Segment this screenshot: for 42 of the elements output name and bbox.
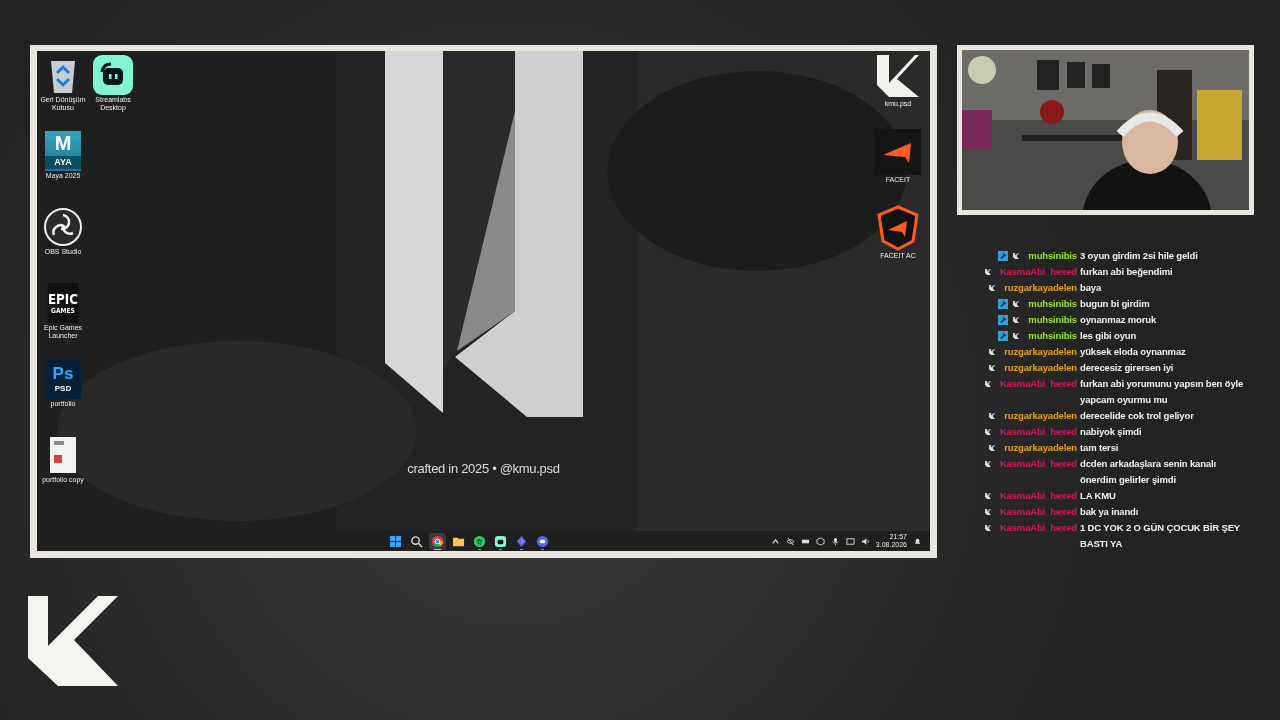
chat-message: nabiyok şimdi — [1080, 425, 1143, 439]
chat-username[interactable]: ruzgarkayadelen — [1004, 344, 1077, 360]
k-badge-icon — [1012, 252, 1021, 260]
chat-message: oynanmaz moruk — [1080, 313, 1158, 327]
chat-username[interactable]: muhsinibis — [1028, 312, 1077, 328]
chat-username[interactable]: ruzgarkayadelen — [1004, 360, 1077, 376]
chat-message: LA KMU — [1080, 489, 1117, 503]
maya-logo[interactable]: M AYA — [45, 131, 81, 171]
chat-message: yüksek eloda oynanmaz — [1080, 345, 1187, 359]
chevron-icon[interactable] — [770, 536, 780, 546]
photoshop-logo[interactable]: Ps PSD — [45, 359, 81, 399]
chat-username[interactable]: ruzgarkayadelen — [1004, 280, 1077, 296]
chat-message: baya — [1080, 281, 1103, 295]
faceit-ac-icon[interactable] — [875, 205, 921, 251]
chat-message: dcden arkadaşlara senin kanalı önerdim gelirler şimdi — [1080, 457, 1217, 487]
chat-username[interactable]: muhsinibis — [1028, 328, 1077, 344]
chat-message: les gibi oyun — [1080, 329, 1138, 343]
chat-message: furkan abi beğendimi — [1080, 265, 1174, 279]
bell-icon[interactable] — [913, 536, 922, 546]
chat-username[interactable]: muhsinibis — [1028, 296, 1077, 312]
chat-message: derecesiz girersen iyi — [1080, 361, 1175, 375]
volume-icon[interactable] — [860, 536, 870, 546]
faceit-icon[interactable] — [875, 129, 921, 175]
obs-icon[interactable] — [43, 207, 83, 247]
wallpaper-caption: crafted in 2025 • @kmu.psd — [407, 461, 560, 476]
streamlabs-icon[interactable] — [93, 55, 133, 95]
chat-message: derecelide cok trol geliyor — [1080, 409, 1195, 423]
eye-off-icon[interactable] — [785, 536, 795, 546]
chat-message: tam tersi — [1080, 441, 1120, 455]
chat-username[interactable]: muhsinibis — [1028, 248, 1077, 264]
chat-message: bak ya inandı — [1080, 505, 1140, 519]
chat-message: 3 oyun girdim 2si hile geldi — [1080, 249, 1199, 263]
chat-username[interactable]: ruzgarkayadelen — [1004, 440, 1077, 456]
hexagon-icon[interactable] — [815, 536, 825, 546]
chat-message: bugun bi girdim — [1080, 297, 1151, 311]
k-logo-icon[interactable] — [875, 53, 921, 99]
k-logo-icon — [28, 596, 120, 688]
chrome-icon[interactable] — [428, 532, 446, 550]
chat-message: 1 DC YOK 2 O GÜN ÇOCUK BİR ŞEY BASTI YA — [1080, 521, 1241, 551]
monitor-icon[interactable] — [845, 536, 855, 546]
chat-username[interactable]: ruzgarkayadelen — [1004, 408, 1077, 424]
microphone-icon[interactable] — [830, 536, 840, 546]
